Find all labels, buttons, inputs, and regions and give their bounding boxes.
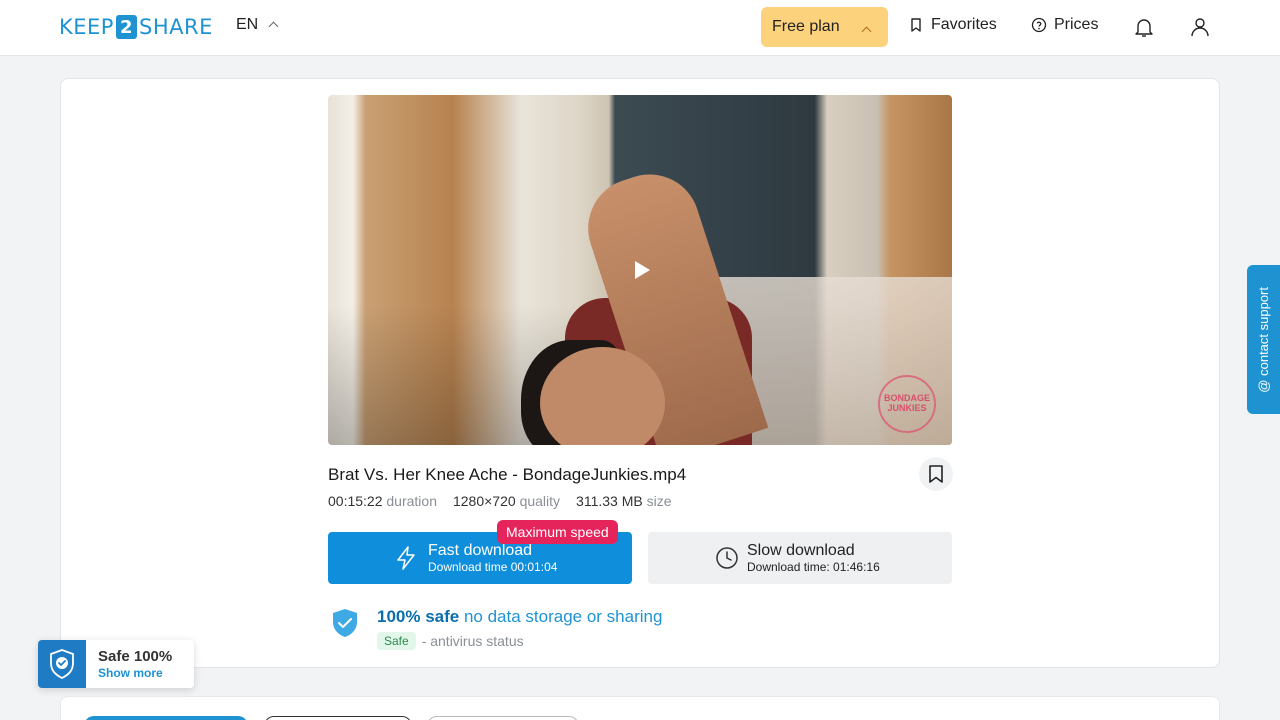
bookmark-icon [911, 18, 921, 32]
fast-download-time: Download time 00:01:04 [428, 560, 558, 574]
logo-text-left: KEEP [59, 15, 114, 39]
language-selector[interactable]: EN [236, 16, 279, 34]
quality-label: quality [519, 493, 561, 509]
quality-value: 1280×720 [452, 493, 516, 509]
safe-widget-title: Safe 100% [98, 648, 173, 665]
slow-download-text: Slow download Download time: 01:46:16 [747, 542, 880, 574]
safe-status-pill: Safe [377, 632, 416, 650]
duration-value: 00:15:22 [328, 493, 383, 509]
size-value: 311.33 MB [576, 493, 643, 509]
duration-label: duration [386, 493, 437, 509]
safe-widget-text: Safe 100% Show more [86, 640, 172, 688]
free-plan-button[interactable]: Free plan [761, 7, 888, 47]
user-icon[interactable] [1188, 15, 1212, 39]
quality-info: 1280×720 quality [453, 493, 560, 509]
safety-headline-rest: no data storage or sharing [459, 607, 663, 626]
tab-peek[interactable] [427, 716, 579, 720]
file-meta: 00:15:22 duration 1280×720 quality 311.3… [328, 493, 672, 509]
logo-number: 2 [115, 15, 137, 39]
favorites-label: Favorites [931, 16, 997, 33]
fast-download-text: Fast download Download time 00:01:04 [428, 542, 557, 574]
contact-support-tab[interactable]: @ contact support [1247, 265, 1280, 414]
antivirus-status: Safe - antivirus status [377, 632, 524, 650]
chevron-up-icon [268, 21, 279, 32]
show-more-link[interactable]: Show more [98, 665, 172, 681]
favorites-link[interactable]: Favorites [908, 16, 997, 34]
file-name: Brat Vs. Her Knee Ache - BondageJunkies.… [328, 465, 687, 484]
slow-download-button[interactable]: Slow download Download time: 01:46:16 [648, 532, 952, 584]
bookmark-icon [929, 465, 943, 483]
top-bar: KEEP 2 SHARE EN Free plan Favorites Prices [0, 0, 1280, 56]
video-watermark: BONDAGE JUNKIES [878, 375, 936, 433]
tab-peek[interactable] [264, 716, 412, 720]
logo-text-right: SHARE [138, 15, 213, 39]
antivirus-status-text: - antivirus status [421, 633, 524, 649]
safe-widget-shield [38, 640, 86, 688]
help-circle-icon [1031, 17, 1047, 33]
fast-download-title: Fast download [428, 542, 533, 559]
prices-link[interactable]: Prices [1031, 16, 1098, 34]
lightning-icon [397, 546, 415, 570]
logo[interactable]: KEEP 2 SHARE [59, 13, 213, 41]
shield-check-icon [50, 649, 74, 680]
safety-headline-bold: 100% safe [377, 607, 460, 626]
slow-download-title: Slow download [747, 542, 855, 559]
duration-info: 00:15:22 duration [328, 493, 437, 509]
language-label: EN [236, 16, 259, 33]
size-label: size [646, 493, 672, 509]
clock-icon [716, 547, 738, 569]
tab-peek-active[interactable] [84, 716, 248, 720]
contact-support-label: @ contact support [1256, 286, 1271, 393]
safety-headline: 100% safe no data storage or sharing [377, 607, 662, 627]
maximum-speed-badge: Maximum speed [497, 520, 618, 544]
free-plan-label: Free plan [772, 18, 840, 35]
video-preview[interactable]: BONDAGE JUNKIES [328, 95, 952, 445]
size-info: 311.33 MB size [576, 493, 671, 509]
chevron-up-icon [861, 26, 872, 37]
play-icon[interactable] [635, 261, 650, 279]
prices-label: Prices [1054, 16, 1099, 33]
add-to-favorites-button[interactable] [919, 457, 953, 491]
safe-widget[interactable]: Safe 100% Show more [38, 640, 194, 688]
slow-download-time: Download time: 01:46:16 [747, 560, 880, 574]
bell-icon[interactable] [1132, 15, 1156, 39]
shield-check-icon [333, 609, 357, 637]
